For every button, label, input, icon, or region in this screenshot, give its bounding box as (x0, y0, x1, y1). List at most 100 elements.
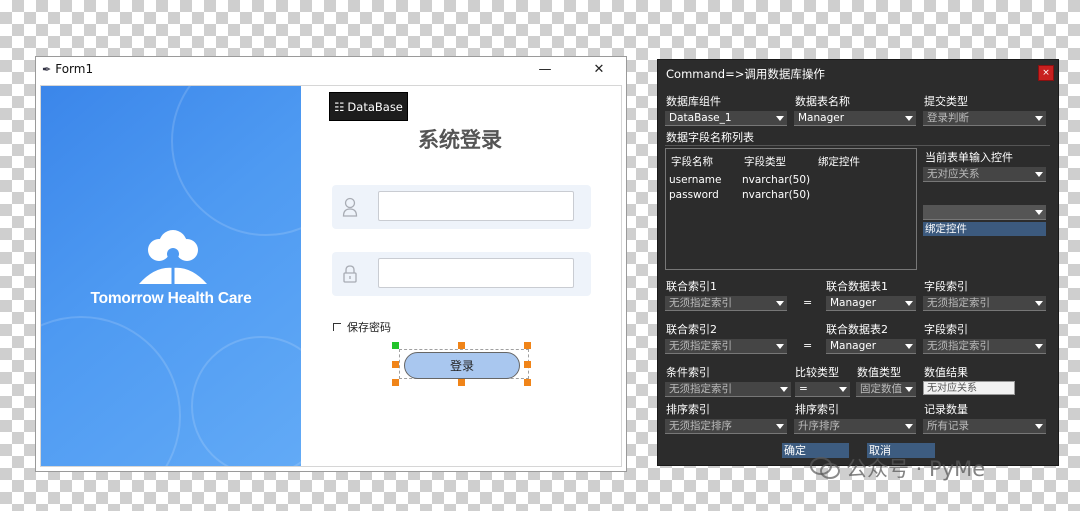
table-name-label: 数据表名称 (795, 95, 850, 108)
tree-logo-icon (139, 230, 207, 284)
field-index2-label: 字段索引 (924, 323, 968, 336)
union-index1-label: 联合索引1 (666, 280, 717, 293)
union-table1-dropdown[interactable]: Manager (826, 296, 916, 311)
bind-control-item[interactable]: 绑定控件 (923, 222, 1046, 236)
password-input[interactable] (378, 258, 574, 288)
decor-circle (191, 336, 301, 466)
dropdown-arrow-icon (1035, 172, 1043, 177)
dropdown-arrow-icon (776, 344, 784, 349)
sort-index-dropdown[interactable]: 无须指定排序 (665, 419, 787, 434)
dropdown-arrow-icon (839, 387, 847, 392)
resize-handle-w[interactable] (392, 361, 399, 368)
union-table2-value: Manager (830, 340, 877, 352)
divider (665, 145, 1050, 146)
record-count-dropdown[interactable]: 所有记录 (923, 419, 1046, 434)
watermark: 公众号 · PyMe (810, 453, 985, 483)
dropdown-arrow-icon (905, 387, 913, 392)
cond-index-dropdown[interactable]: 无须指定索引 (665, 382, 791, 397)
dropdown-arrow-icon (1035, 116, 1043, 121)
sort-index-value: 无须指定排序 (669, 420, 732, 432)
dropdown-arrow-icon (905, 424, 913, 429)
field-header-type: 字段类型 (744, 156, 786, 168)
bind-control-dropdown[interactable] (923, 205, 1046, 220)
command-dialog: Command=>调用数据库操作 × 数据库组件 数据表名称 提交类型 Data… (657, 59, 1059, 466)
field-list[interactable]: 字段名称 字段类型 绑定控件 username nvarchar(50) pas… (665, 148, 917, 270)
union-table2-dropdown[interactable]: Manager (826, 339, 916, 354)
dropdown-arrow-icon (905, 344, 913, 349)
field-header-name: 字段名称 (671, 156, 713, 168)
username-input[interactable] (378, 191, 574, 221)
minimize-button[interactable]: — (518, 57, 572, 81)
current-input-label: 当前表单输入控件 (925, 151, 1013, 164)
db-component-value: DataBase_1 (669, 112, 732, 124)
union-index2-value: 无须指定索引 (669, 340, 732, 352)
submit-type-label: 提交类型 (924, 95, 968, 108)
watermark-text: 公众号 · PyMe (846, 457, 986, 481)
resize-handle-e[interactable] (524, 361, 531, 368)
equals-sign: = (803, 296, 813, 309)
resize-handle-se[interactable] (524, 379, 531, 386)
dropdown-arrow-icon (776, 424, 784, 429)
compare-type-dropdown[interactable]: = (795, 382, 850, 397)
dropdown-arrow-icon (1035, 424, 1043, 429)
command-titlebar[interactable]: Command=>调用数据库操作 (658, 60, 1058, 88)
dropdown-arrow-icon (905, 116, 913, 121)
field-index1-value: 无须指定索引 (927, 297, 990, 309)
record-count-label: 记录数量 (924, 403, 968, 416)
union-table2-label: 联合数据表2 (826, 323, 888, 336)
equals-sign: = (803, 339, 813, 352)
union-index1-dropdown[interactable]: 无须指定索引 (665, 296, 787, 311)
field-row-type[interactable]: nvarchar(50) (742, 174, 810, 186)
sort-index2-label: 排序索引 (795, 403, 839, 416)
login-button[interactable]: 登录 (404, 352, 520, 379)
value-result-label: 数值结果 (924, 366, 968, 379)
system-login-title: 系统登录 (418, 128, 502, 152)
current-input-dropdown[interactable]: 无对应关系 (923, 167, 1046, 182)
field-row-name[interactable]: username (669, 174, 722, 186)
field-index1-dropdown[interactable]: 无须指定索引 (923, 296, 1046, 311)
close-button[interactable]: ✕ (572, 57, 626, 81)
sort-order-dropdown[interactable]: 升序排序 (794, 419, 916, 434)
password-row (332, 252, 591, 296)
form1-window: ✒ Form1 — ✕ Tomorrow Health Care ☷ DataB… (35, 56, 627, 472)
table-name-dropdown[interactable]: Manager (794, 111, 916, 126)
dropdown-arrow-icon (776, 116, 784, 121)
union-table1-value: Manager (830, 297, 877, 309)
field-list-label: 数据字段名称列表 (666, 131, 754, 144)
form1-title: Form1 (55, 62, 94, 76)
resize-handle-sw[interactable] (392, 379, 399, 386)
sort-order-value: 升序排序 (798, 420, 840, 432)
dropdown-arrow-icon (905, 301, 913, 306)
current-input-value: 无对应关系 (927, 168, 980, 180)
value-type-dropdown[interactable]: 固定数值 (856, 382, 916, 397)
submit-type-value: 登录判断 (927, 112, 969, 124)
remember-password-checkbox[interactable]: 保存密码 (333, 319, 391, 335)
dialog-close-button[interactable]: × (1038, 65, 1054, 81)
database-button[interactable]: ☷ DataBase (329, 92, 408, 121)
form1-titlebar[interactable]: ✒ Form1 — ✕ (36, 57, 626, 81)
dropdown-arrow-icon (1035, 344, 1043, 349)
dropdown-arrow-icon (1035, 210, 1043, 215)
db-component-dropdown[interactable]: DataBase_1 (665, 111, 787, 126)
sort-index-label: 排序索引 (666, 403, 710, 416)
compare-type-label: 比较类型 (795, 366, 839, 379)
resize-handle-n[interactable] (458, 342, 465, 349)
value-type-label: 数值类型 (857, 366, 901, 379)
resize-handle-ne[interactable] (524, 342, 531, 349)
field-row-name[interactable]: password (669, 189, 719, 201)
lock-icon (343, 265, 357, 283)
union-index2-dropdown[interactable]: 无须指定索引 (665, 339, 787, 354)
resize-handle-nw[interactable] (392, 342, 399, 349)
resize-handle-s[interactable] (458, 379, 465, 386)
decor-circle (171, 86, 301, 236)
field-index2-dropdown[interactable]: 无须指定索引 (923, 339, 1046, 354)
form1-client-area: Tomorrow Health Care ☷ DataBase 系统登录 保存密… (40, 85, 622, 467)
database-button-label: DataBase (347, 99, 403, 114)
decor-circle (41, 316, 181, 466)
field-index1-label: 字段索引 (924, 280, 968, 293)
value-result-input[interactable]: 无对应关系 (923, 381, 1015, 395)
field-row-type[interactable]: nvarchar(50) (742, 189, 810, 201)
submit-type-dropdown[interactable]: 登录判断 (923, 111, 1046, 126)
checkbox-box[interactable] (333, 323, 341, 331)
wechat-icon (810, 457, 840, 479)
